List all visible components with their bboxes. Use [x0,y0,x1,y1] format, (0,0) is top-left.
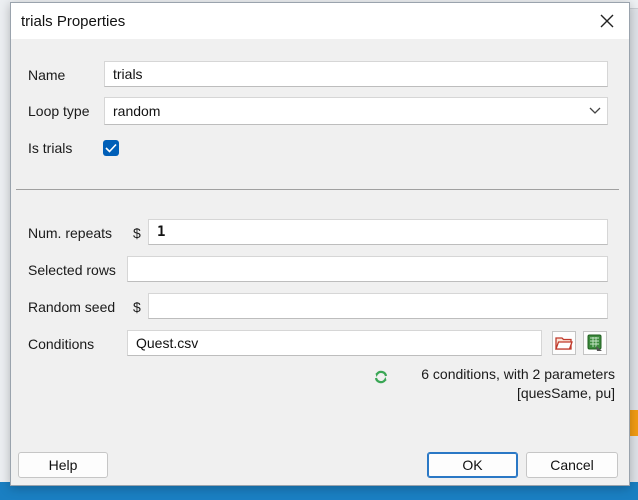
close-icon [600,14,614,28]
checkmark-icon [105,143,117,153]
num-repeats-code-prefix: $ [133,225,141,241]
loop-type-label: Loop type [28,103,90,119]
selected-rows-input[interactable] [127,256,608,282]
cancel-button[interactable]: Cancel [526,452,618,478]
conditions-summary: 6 conditions, with 2 parameters [quesSam… [421,365,615,403]
conditions-summary-count: 6 conditions, with 2 parameters [421,366,615,382]
loop-type-select[interactable]: random [104,97,608,125]
loop-properties-dialog: trials Properties Name trials Loop type … [10,2,630,486]
selected-rows-label: Selected rows [28,262,116,278]
dialog-titlebar: trials Properties [11,3,629,39]
spreadsheet-icon [587,334,602,351]
chevron-down-icon [589,107,601,114]
conditions-summary-params: [quesSame, pu] [516,385,615,401]
background-app-edge [0,0,10,500]
section-divider [16,189,619,190]
edit-conditions-button[interactable] [583,331,607,355]
is-trials-checkbox[interactable] [103,140,119,156]
help-button[interactable]: Help [18,452,108,478]
refresh-icon [374,370,388,384]
browse-conditions-button[interactable] [552,331,576,355]
ok-button[interactable]: OK [427,452,518,478]
num-repeats-input[interactable]: 1 [148,219,608,245]
is-trials-label: Is trials [28,140,73,156]
conditions-input[interactable]: Quest.csv [127,330,542,356]
name-label: Name [28,67,66,83]
conditions-label: Conditions [28,336,95,352]
name-input[interactable]: trials [104,61,608,87]
random-seed-label: Random seed [28,299,116,315]
random-seed-input[interactable] [148,293,608,319]
close-button[interactable] [597,11,617,31]
folder-open-icon [555,337,573,350]
num-repeats-label: Num. repeats [28,225,113,241]
random-seed-code-prefix: $ [133,299,141,315]
loop-type-value: random [113,103,161,119]
dialog-title: trials Properties [21,13,126,30]
